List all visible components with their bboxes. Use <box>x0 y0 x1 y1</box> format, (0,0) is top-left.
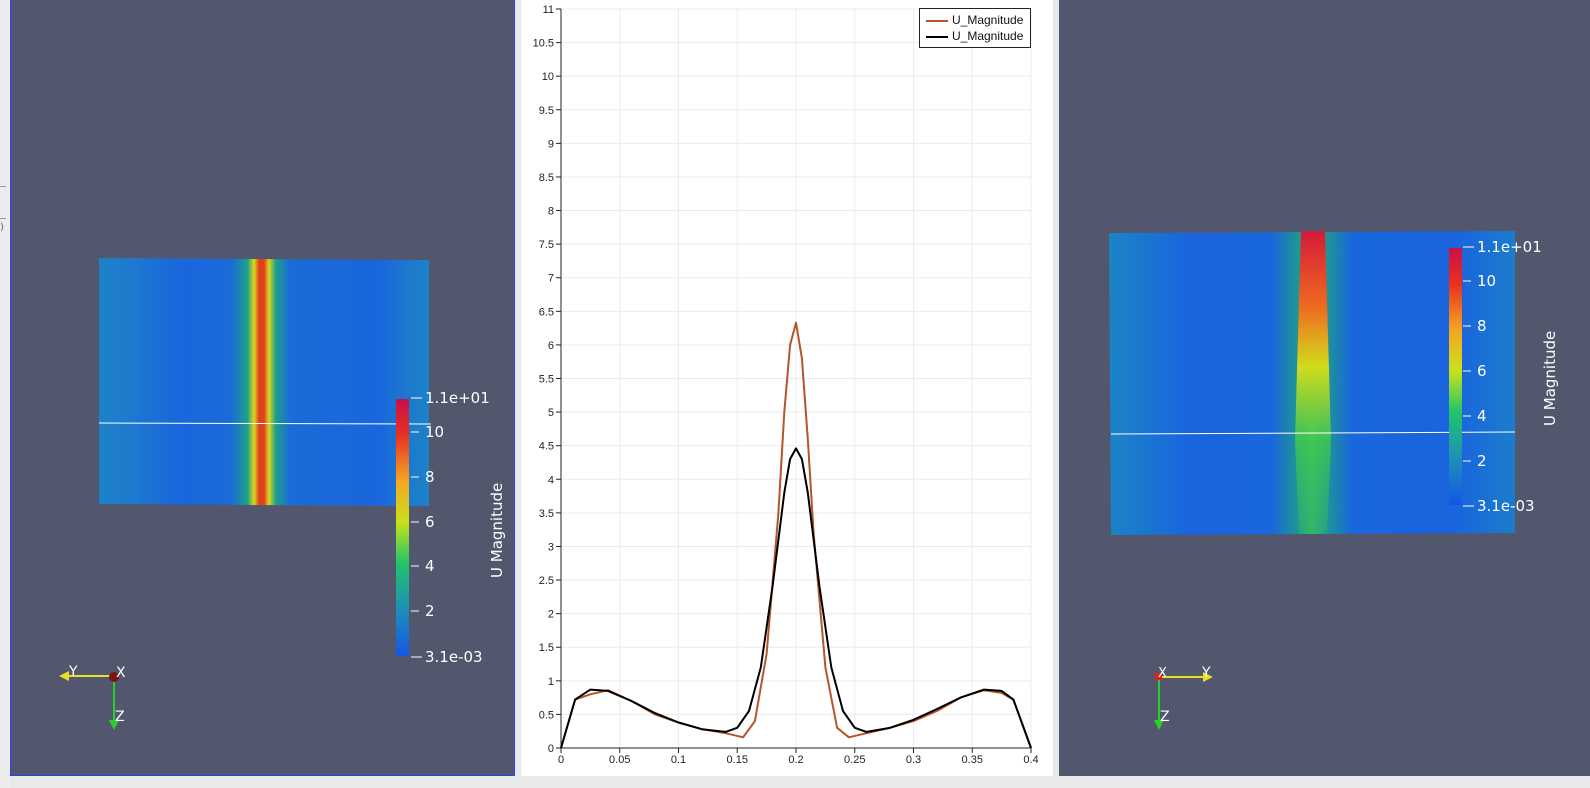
chart-legend[interactable]: U_Magnitude U_Magnitude <box>919 8 1031 48</box>
y-tick-label: 4.5 <box>539 441 554 453</box>
colorbar-max-label: 1.1e+01 <box>425 389 490 407</box>
colorbar-tick-label: 4 <box>1477 407 1487 425</box>
y-tick-label: 2 <box>548 609 554 621</box>
x-tick-label: 0.1 <box>671 754 686 766</box>
colorbar-max-label: 1.1e+01 <box>1477 238 1542 256</box>
y-tick-label: 6.5 <box>539 306 554 318</box>
legend-swatch <box>926 19 948 22</box>
colorbar-gradient <box>1449 248 1462 505</box>
axis-x-label: X <box>1158 666 1167 681</box>
y-tick-label: 4 <box>548 474 554 486</box>
colorbar-tick-label: 6 <box>425 513 435 531</box>
panel-separator <box>0 218 6 219</box>
axis-z-label: Z <box>115 709 125 725</box>
x-tick-label: 0.35 <box>962 754 983 766</box>
y-tick-label: 8 <box>548 206 554 218</box>
y-tick-label: 10 <box>542 71 554 83</box>
y-tick-label: 10.5 <box>533 38 554 50</box>
axis-z-label: Z <box>1160 709 1170 725</box>
y-tick-label: 7 <box>548 273 554 285</box>
chart-grid <box>560 8 1032 749</box>
colorbar-min-label: 3.1e-03 <box>425 648 483 666</box>
y-tick-label: 3 <box>548 541 554 553</box>
axis-y-label: Y <box>68 664 78 680</box>
line-chart-view[interactable]: 0 0.05 0.1 0.15 0.2 0.25 0.3 0.35 0.4 0 0.5 1 1.5 2 2.… <box>521 0 1053 776</box>
colorbar-tick-label: 10 <box>1477 272 1496 290</box>
y-tick-label: 9.5 <box>539 105 554 117</box>
render-canvas-right: 1.1e+01 3.1e-03 10 8 6 4 2 U Magnitude X… <box>1109 231 1559 730</box>
colorbar-title: U Magnitude <box>1541 331 1559 426</box>
render-view-right[interactable]: 1.1e+01 3.1e-03 10 8 6 4 2 U Magnitude X… <box>1059 0 1590 776</box>
colorbar-tick-label: 2 <box>1477 452 1487 470</box>
legend-label: U_Magnitude <box>952 29 1024 43</box>
y-tick-label: 6 <box>548 340 554 352</box>
y-tick-label: 2.5 <box>539 575 554 587</box>
x-tick-label: 0 <box>558 754 564 766</box>
colorbar-gradient <box>396 399 409 656</box>
velocity-field-slice <box>99 258 429 506</box>
y-tick-label: 7.5 <box>539 239 554 251</box>
y-tick-label: 11 <box>543 4 554 16</box>
axis-y-label: Y <box>1201 665 1211 681</box>
orientation-axes-left: Y X Z <box>59 664 126 730</box>
legend-entry: U_Magnitude <box>926 13 1023 27</box>
side-panel-edge: ) <box>0 0 10 788</box>
panel-glyph: ) <box>0 222 4 233</box>
y-tick-label: 0 <box>548 743 554 755</box>
colorbar-tick-label: 6 <box>1477 362 1487 380</box>
y-tick-label: 1.5 <box>539 642 554 654</box>
jet-core <box>1295 231 1331 533</box>
colorbar-tick-label: 8 <box>425 468 435 486</box>
render-canvas-left: 1.1e+01 3.1e-03 10 8 6 4 2 U Magnitude Y… <box>59 258 506 730</box>
colorbar-title: U Magnitude <box>488 483 506 578</box>
panel-separator <box>0 186 6 187</box>
render-view-left[interactable]: 1.1e+01 3.1e-03 10 8 6 4 2 U Magnitude Y… <box>10 0 515 776</box>
line-chart[interactable]: 0 0.05 0.1 0.15 0.2 0.25 0.3 0.35 0.4 0 0.5 1 1.5 2 2.… <box>521 0 1053 776</box>
axis-x-label: X <box>116 665 126 681</box>
y-tick-label: 5.5 <box>539 374 554 386</box>
x-tick-label: 0.4 <box>1023 754 1038 766</box>
colorbar-tick-label: 4 <box>425 557 435 575</box>
chart-axes: 0 0.05 0.1 0.15 0.2 0.25 0.3 0.35 0.4 0 0.5 1 1.5 2 2.… <box>533 4 1039 766</box>
y-tick-label: 1 <box>548 676 554 688</box>
colorbar-tick-label: 10 <box>425 423 444 441</box>
x-tick-label: 0.15 <box>727 754 748 766</box>
x-tick-label: 0.3 <box>906 754 921 766</box>
y-tick-label: 3.5 <box>539 508 554 520</box>
colorbar-min-label: 3.1e-03 <box>1477 497 1535 515</box>
legend-swatch <box>926 35 948 38</box>
x-tick-label: 0.05 <box>609 754 630 766</box>
y-tick-label: 0.5 <box>539 709 554 721</box>
x-tick-label: 0.25 <box>844 754 865 766</box>
colorbar-tick-label: 2 <box>425 602 435 620</box>
orientation-axes-right: X Y Z <box>1154 665 1213 730</box>
x-tick-label: 0.2 <box>788 754 803 766</box>
legend-label: U_Magnitude <box>952 13 1024 27</box>
y-tick-label: 5 <box>548 407 554 419</box>
y-tick-label: 8.5 <box>539 172 554 184</box>
colorbar-tick-label: 8 <box>1477 317 1487 335</box>
y-tick-label: 9 <box>548 138 554 150</box>
legend-entry: U_Magnitude <box>926 29 1023 43</box>
